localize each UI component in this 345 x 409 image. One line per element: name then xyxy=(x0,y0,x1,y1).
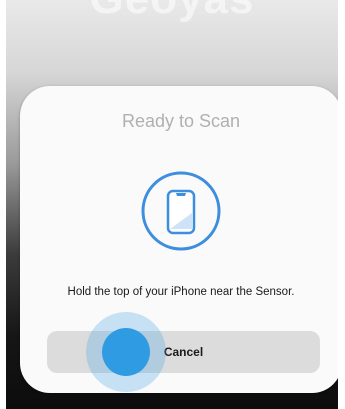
cancel-button[interactable]: Cancel xyxy=(47,331,320,373)
scan-instruction: Hold the top of your iPhone near the Sen… xyxy=(67,286,295,298)
cancel-button-label: Cancel xyxy=(163,345,204,359)
background-app-title: Geoyas xyxy=(6,0,338,24)
screen: Geoyas Ready to Scan Hold the top of you… xyxy=(6,0,338,409)
sheet-title: Ready to Scan xyxy=(121,111,241,131)
nfc-scan-sheet: Ready to Scan Hold the top of your iPhon… xyxy=(20,86,338,393)
phone-scan-icon xyxy=(141,171,221,251)
